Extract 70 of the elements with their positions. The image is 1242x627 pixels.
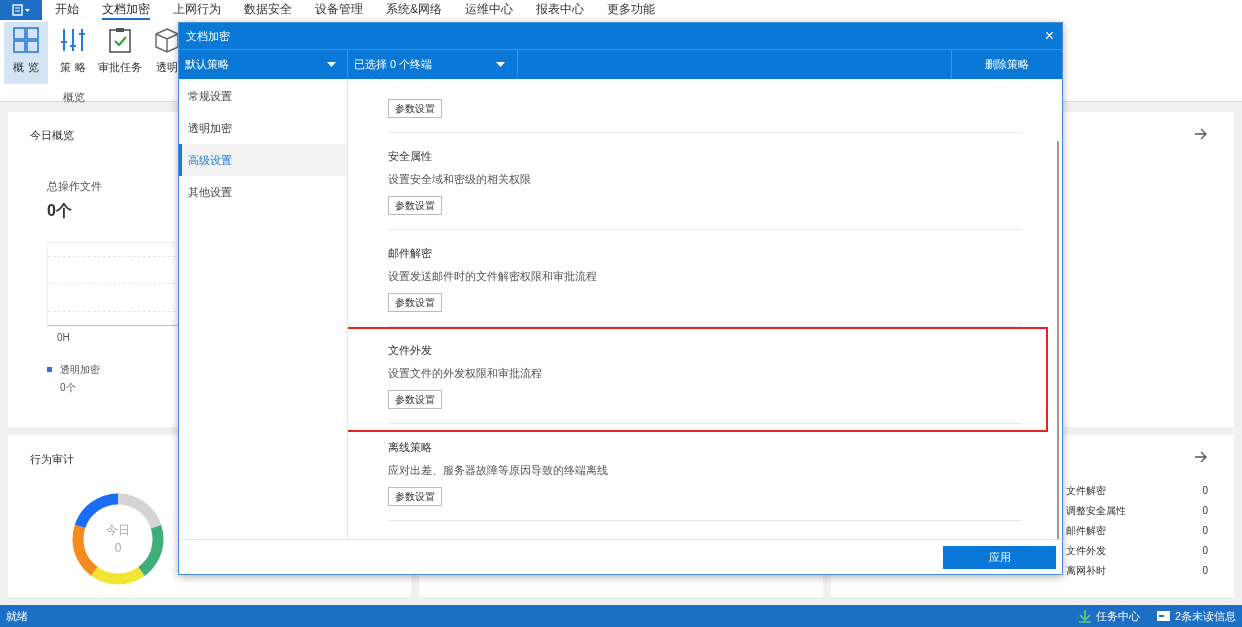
sidebar-item[interactable]: 常规设置 <box>179 80 347 112</box>
stat-label: 文件解密 <box>1065 484 1106 498</box>
menu-tab[interactable]: 更多功能 <box>607 0 655 20</box>
menu-tab[interactable]: 系统&网络 <box>386 0 442 20</box>
ribbon-group-label: 概览 <box>62 90 86 105</box>
delete-policy-button[interactable]: 删除策略 <box>951 50 1062 79</box>
sliders-icon <box>60 27 86 53</box>
apply-button[interactable]: 应用 <box>943 545 1056 569</box>
arrow-right-icon[interactable] <box>1194 451 1208 463</box>
caret-icon <box>496 62 505 67</box>
sidebar-item[interactable]: 高级设置 <box>179 144 347 176</box>
metric-value: 0个 <box>47 201 72 221</box>
legend-value: 0个 <box>60 381 76 395</box>
menu-tab[interactable]: 上网行为 <box>173 0 221 20</box>
parameter-settings-button[interactable]: 参数设置 <box>388 293 442 312</box>
app-menu-button[interactable] <box>0 0 42 20</box>
section-title: 文件外发 <box>388 343 432 358</box>
parameter-settings-button[interactable]: 参数设置 <box>388 196 442 215</box>
legend-label: 透明加密 <box>60 363 100 377</box>
cube-icon <box>154 27 180 53</box>
sidebar-item[interactable]: 透明加密 <box>179 112 347 144</box>
close-button[interactable]: × <box>1044 28 1054 44</box>
menu-tab[interactable]: 报表中心 <box>536 0 584 20</box>
section-description: 设置安全域和密级的相关权限 <box>388 172 531 187</box>
download-icon[interactable] <box>1078 609 1091 623</box>
grid-icon <box>13 27 39 53</box>
ribbon-button[interactable]: 策 略 <box>51 22 95 84</box>
menu-tab[interactable]: 运维中心 <box>465 0 513 20</box>
card-title: 今日概览 <box>30 128 74 143</box>
stat-value: 0 <box>1202 564 1208 578</box>
section-title: 邮件解密 <box>388 246 432 261</box>
caret-icon <box>327 62 336 67</box>
status-text: 就绪 <box>6 608 28 624</box>
stat-value: 0 <box>1202 544 1208 558</box>
section-description: 设置文件的外发权限和审批流程 <box>388 366 542 381</box>
donut-center-label: 今日 <box>106 521 130 539</box>
stat-label: 调整安全属性 <box>1065 504 1126 518</box>
arrow-right-icon[interactable] <box>1194 128 1208 140</box>
card-title: 行为审计 <box>30 452 74 467</box>
sidebar-item[interactable]: 其他设置 <box>179 176 347 208</box>
section-title: 安全属性 <box>388 149 432 164</box>
dialog-title: 文档加密 <box>186 28 230 44</box>
mail-icon[interactable] <box>1156 611 1170 621</box>
task-center-link[interactable]: 任务中心 <box>1095 607 1140 625</box>
metric-label: 总操作文件 <box>47 178 102 194</box>
section-title: 离线策略 <box>388 440 432 455</box>
stat-value: 0 <box>1202 524 1208 538</box>
parameter-settings-button[interactable]: 参数设置 <box>388 99 442 118</box>
stat-value: 0 <box>1202 504 1208 518</box>
stat-label: 邮件解密 <box>1065 524 1106 538</box>
axis-label: 0H <box>57 331 71 345</box>
policy-dropdown[interactable]: 默认策略 <box>179 50 348 79</box>
stat-label: 文件外发 <box>1065 544 1106 558</box>
messages-link[interactable]: 2条未读信息 <box>1174 607 1236 625</box>
section-description: 设置发送邮件时的文件解密权限和审批流程 <box>388 269 597 284</box>
menu-tab[interactable]: 数据安全 <box>244 0 292 20</box>
caret-icon <box>25 8 30 12</box>
stat-label: 离网补时 <box>1065 564 1106 578</box>
stat-value: 0 <box>1202 484 1208 498</box>
menu-tab[interactable]: 开始 <box>55 0 79 20</box>
donut-center-value: 0 <box>114 539 122 557</box>
clipboard-check-icon <box>108 27 132 53</box>
menu-tab[interactable]: 设备管理 <box>315 0 363 20</box>
ribbon-button[interactable]: 概 览 <box>4 22 48 84</box>
section-description: 应对出差、服务器故障等原因导致的终端离线 <box>388 463 608 478</box>
parameter-settings-button[interactable]: 参数设置 <box>388 487 442 506</box>
terminal-dropdown[interactable]: 已选择 0 个终端 <box>348 50 518 79</box>
parameter-settings-button[interactable]: 参数设置 <box>388 390 442 409</box>
document-icon <box>12 4 23 16</box>
ribbon-button[interactable]: 审批任务 <box>98 22 142 84</box>
